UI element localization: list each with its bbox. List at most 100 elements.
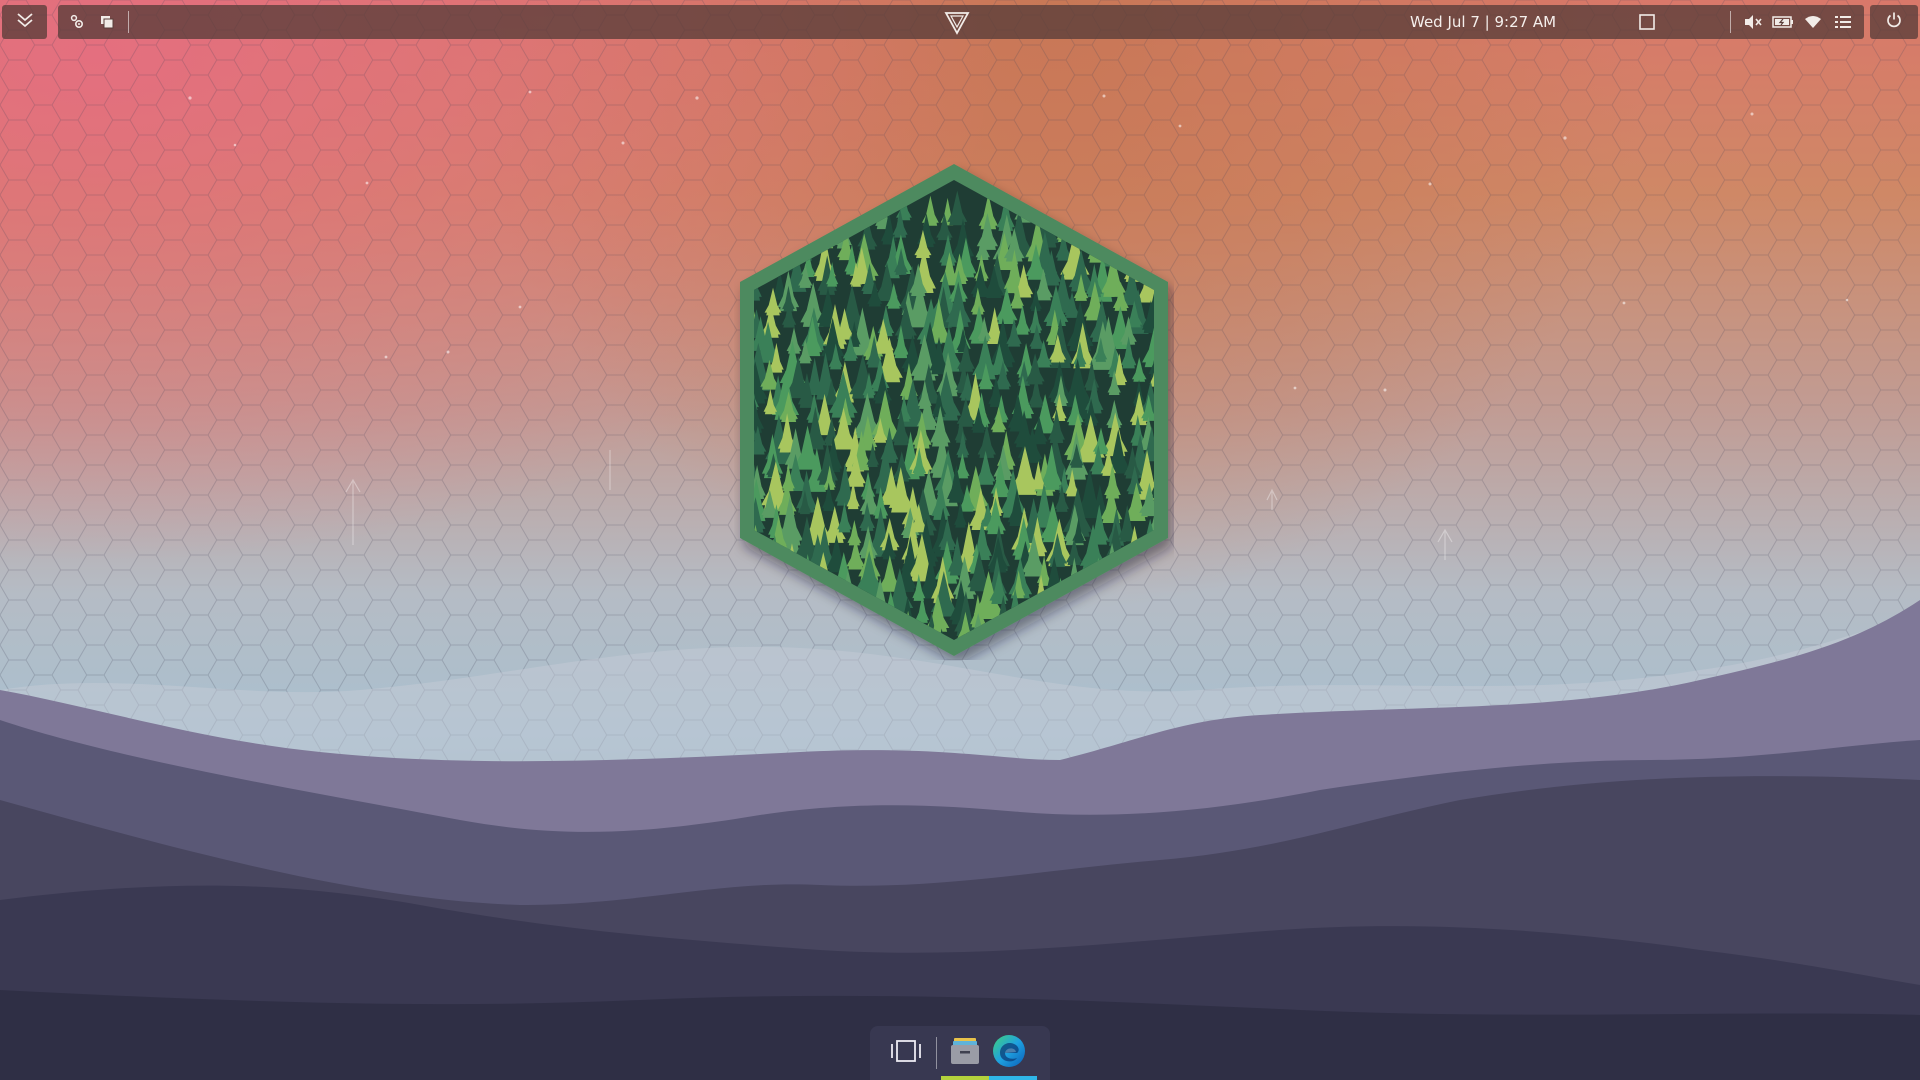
pine-tree: [1048, 594, 1073, 640]
pine-tree: [1150, 556, 1154, 584]
pine-tree: [799, 198, 816, 227]
triangle-logo-icon[interactable]: [942, 7, 972, 37]
files-folder-icon: [948, 1034, 982, 1072]
pine-tree: [900, 630, 917, 640]
pine-tree: [856, 646, 873, 660]
pine-tree: [783, 208, 801, 240]
dock-separator: [936, 1037, 937, 1069]
window-list-button[interactable]: [92, 7, 122, 37]
pine-tree: [1005, 645, 1032, 660]
pine-tree: [768, 628, 791, 640]
pine-tree: [1146, 587, 1154, 617]
pine-tree: [1146, 231, 1154, 256]
edge-browser-icon: [991, 1033, 1027, 1073]
pine-tree: [754, 196, 761, 224]
pine-tree: [754, 217, 757, 247]
pine-tree: [799, 210, 819, 243]
pine-tree: [779, 199, 799, 241]
power-menu-button[interactable]: [1870, 5, 1918, 39]
pine-tree: [781, 572, 800, 610]
forest-hexagon-art: [739, 164, 1168, 660]
pine-tree: [1081, 624, 1099, 640]
pine-tree: [782, 645, 804, 660]
pine-tree: [739, 652, 763, 660]
list-icon: [1834, 14, 1852, 30]
pine-tree: [1142, 627, 1154, 640]
pine-tree: [813, 608, 838, 640]
dock-item-multitasking-view[interactable]: [884, 1026, 928, 1080]
pine-tree: [1080, 590, 1105, 635]
pine-tree: [1068, 623, 1086, 640]
pine-tree: [1135, 615, 1154, 640]
pine-tree: [1085, 647, 1106, 660]
volume-muted-icon: [1743, 14, 1763, 30]
system-tray: [1738, 7, 1858, 37]
dock-item-edge-browser[interactable]: [987, 1026, 1037, 1080]
dock-item-files[interactable]: [941, 1026, 989, 1080]
windows-stack-icon: [99, 14, 115, 30]
pine-tree: [1104, 568, 1128, 613]
pine-tree: [793, 612, 818, 640]
pine-tree: [1107, 642, 1119, 660]
pine-tree: [754, 214, 780, 261]
pine-tree: [1055, 649, 1069, 660]
pine-tree: [1065, 651, 1078, 660]
pine-tree: [760, 557, 780, 596]
pine-tree: [769, 597, 787, 628]
pine-tree: [843, 641, 859, 660]
pine-tree: [813, 647, 833, 660]
wifi-icon: [1804, 15, 1822, 29]
pine-tree: [1149, 571, 1154, 597]
pine-tree: [885, 643, 897, 660]
pine-tree: [760, 645, 780, 660]
edge-running-indicator: [989, 1076, 1037, 1080]
pine-tree: [801, 632, 823, 640]
pine-tree: [802, 650, 819, 660]
pine-tree: [814, 625, 832, 640]
pine-tree: [754, 232, 767, 260]
wifi-button[interactable]: [1798, 7, 1828, 37]
pine-tree: [1145, 644, 1166, 660]
pine-tree: [896, 647, 923, 660]
pine-tree: [1128, 614, 1151, 640]
apps-cog-icon: [69, 14, 85, 30]
pine-tree: [1027, 652, 1045, 660]
pine-tree: [779, 626, 794, 640]
files-running-indicator: [941, 1076, 989, 1080]
pine-tree: [1144, 217, 1154, 247]
notifications-button[interactable]: [1828, 7, 1858, 37]
apps-cog-button[interactable]: [62, 7, 92, 37]
pine-tree: [1120, 574, 1136, 607]
pine-tree: [1101, 593, 1121, 626]
power-icon: [1885, 11, 1903, 33]
pine-tree: [1033, 627, 1047, 640]
pine-tree: [1047, 624, 1070, 640]
pine-tree: [869, 625, 894, 640]
pine-tree: [1108, 195, 1135, 243]
pine-tree: [1106, 208, 1124, 243]
volume-button[interactable]: [1738, 7, 1768, 37]
pine-tree: [831, 606, 858, 640]
pine-tree: [1006, 632, 1028, 640]
panel-separator: [128, 11, 129, 33]
battery-button[interactable]: [1768, 7, 1798, 37]
activities-menu-button[interactable]: [2, 5, 47, 39]
pine-tree: [819, 596, 848, 640]
pine-tree: [799, 586, 818, 623]
pine-tree: [754, 611, 766, 640]
pine-tree: [1115, 647, 1143, 660]
clock-datetime[interactable]: Wed Jul 7 | 9:27 AM: [1410, 5, 1556, 39]
pine-tree: [1088, 607, 1114, 640]
dock: [870, 1026, 1050, 1080]
pine-tree: [775, 608, 800, 640]
panel-separator: [1730, 11, 1731, 33]
top-panel: Wed Jul 7 | 9:27 AM: [58, 5, 1864, 39]
pine-tree: [759, 190, 787, 238]
pine-tree: [1120, 216, 1140, 249]
square-window-icon: [1638, 13, 1656, 31]
pine-tree: [754, 578, 758, 607]
pine-tree: [1136, 198, 1154, 241]
pine-tree: [1126, 629, 1142, 640]
show-desktop-button[interactable]: [1632, 7, 1662, 37]
pine-tree: [968, 646, 985, 660]
